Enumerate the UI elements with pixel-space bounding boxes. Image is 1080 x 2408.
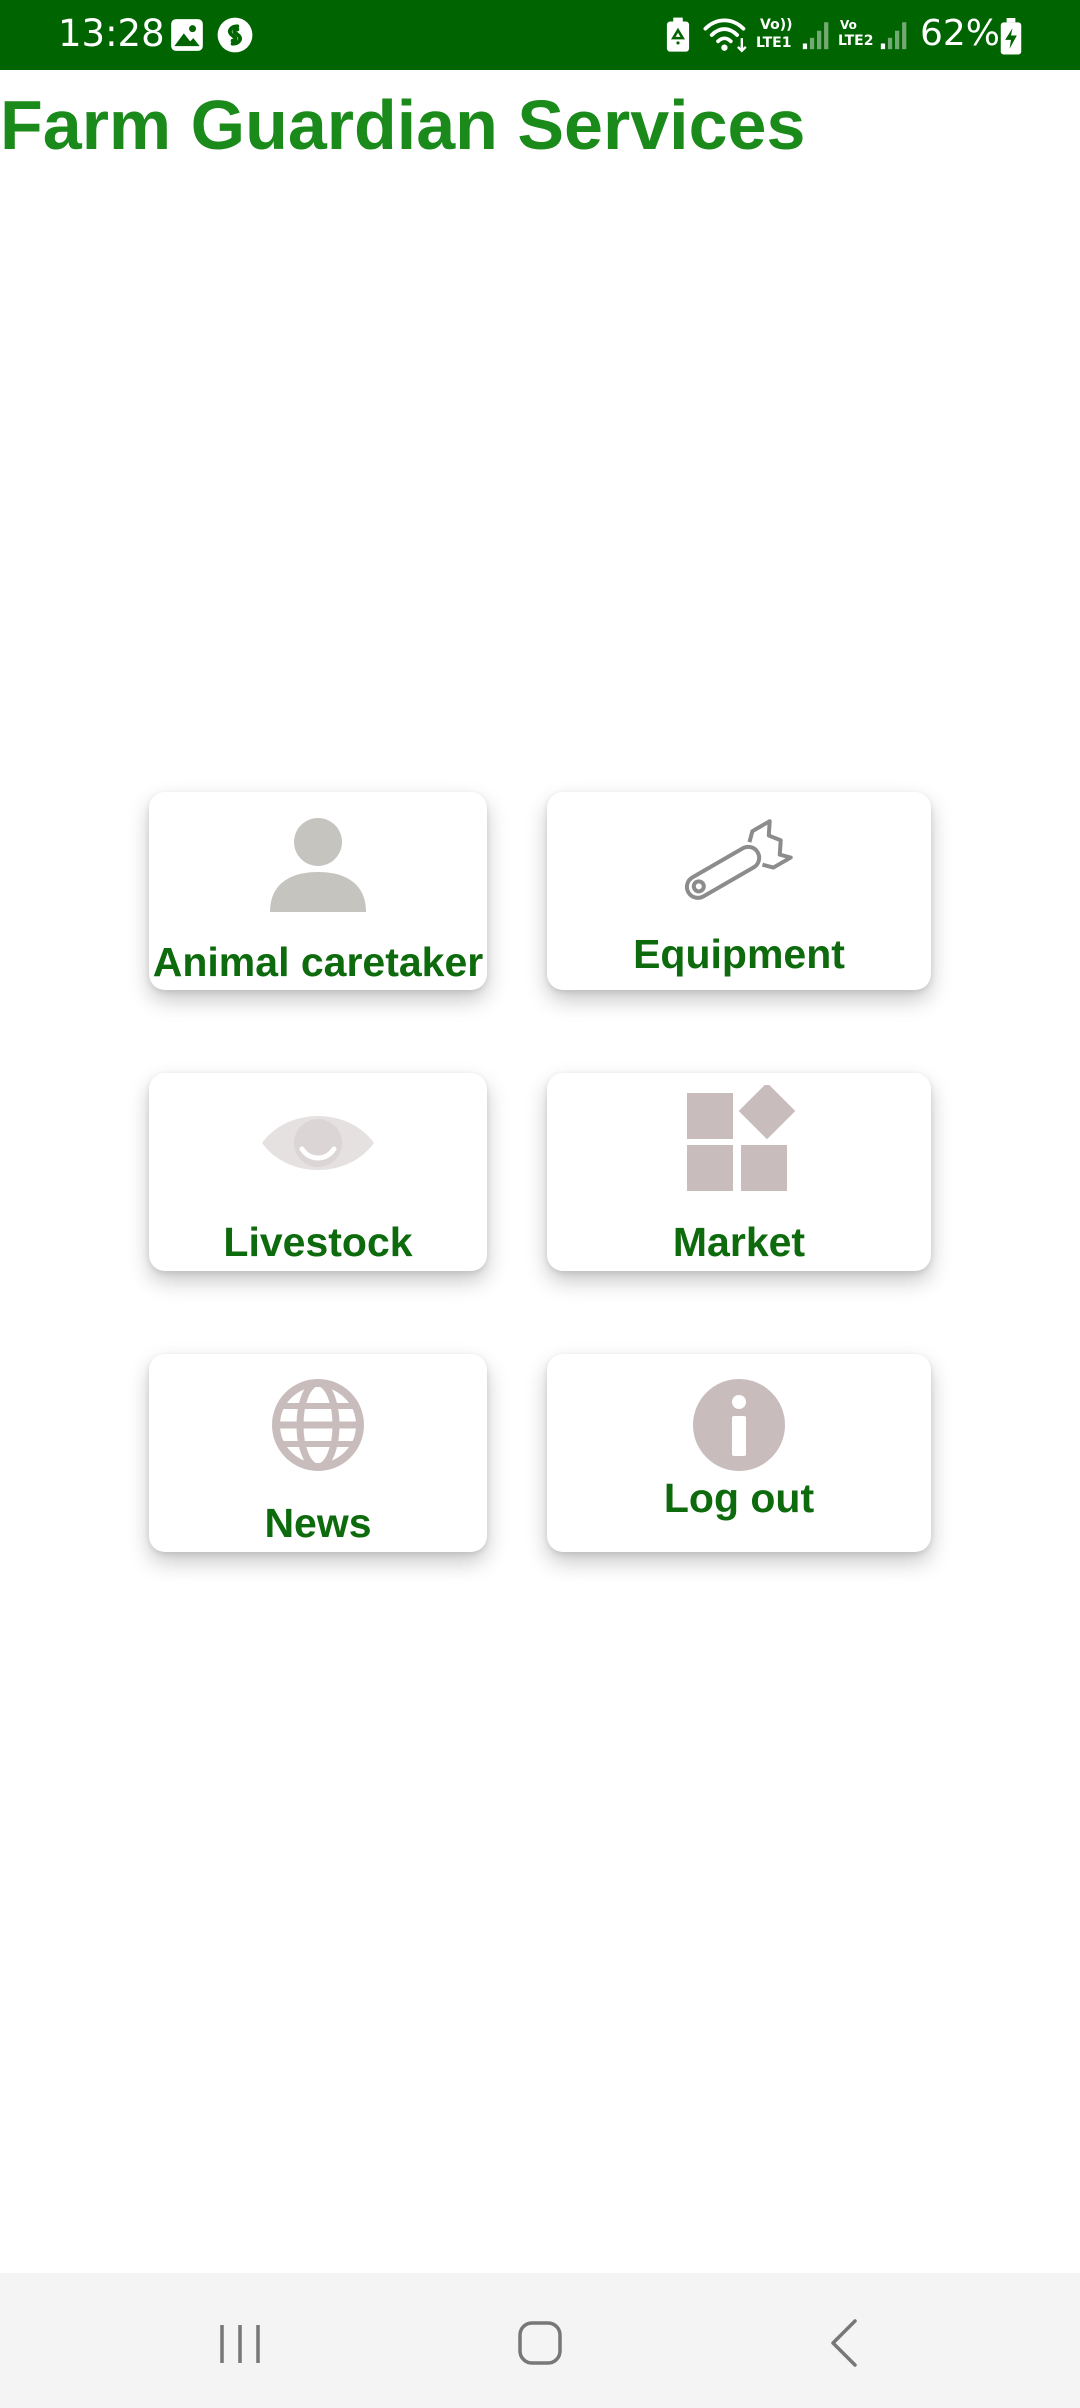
app-screen: 13:28 Vo)) LTE1 Vo LTE2 62% Farm Guardia…: [0, 0, 1080, 2408]
battery-percent: 62%: [920, 13, 1001, 54]
person-icon: [270, 818, 366, 912]
sim1-lte-label: LTE1: [756, 35, 792, 51]
recent-apps-icon: [220, 2325, 260, 2363]
widgets-icon: [687, 1085, 796, 1191]
news-label: News: [264, 1500, 372, 1546]
status-bar: 13:28 Vo)) LTE1 Vo LTE2 62%: [0, 0, 1080, 70]
signal-sim1-icon: [802, 22, 829, 50]
wrench-icon: [684, 819, 793, 900]
equipment-label: Equipment: [633, 931, 845, 977]
market-label: Market: [672, 1219, 806, 1265]
back-icon: [831, 2319, 857, 2367]
home-icon: [518, 2321, 562, 2365]
back-button[interactable]: [795, 2303, 895, 2383]
sim2-volte-label: Vo: [840, 18, 857, 32]
news-tile[interactable]: News: [149, 1354, 487, 1552]
info-icon: [693, 1379, 785, 1471]
battery-charging-icon: [1000, 18, 1022, 55]
eye-icon: [262, 1116, 374, 1170]
animal-caretaker-tile[interactable]: Animal caretaker: [149, 792, 487, 990]
gallery-icon: [171, 19, 203, 51]
animal-caretaker-label: Animal caretaker: [152, 939, 484, 985]
sim2-lte-label: LTE2: [838, 33, 874, 49]
status-time: 13:28: [58, 12, 165, 55]
market-tile[interactable]: Market: [547, 1073, 931, 1271]
livestock-tile[interactable]: Livestock: [149, 1073, 487, 1271]
navigation-bar: [0, 2273, 1080, 2408]
app-title: Farm Guardian Services: [0, 86, 806, 164]
globe-icon: [272, 1379, 364, 1471]
livestock-label: Livestock: [223, 1219, 413, 1265]
recent-apps-button[interactable]: [190, 2303, 290, 2383]
log-out-tile[interactable]: Log out: [547, 1354, 931, 1552]
home-button[interactable]: [490, 2303, 590, 2383]
battery-saver-icon: [666, 17, 690, 52]
sim1-volte-label: Vo)): [760, 17, 793, 33]
wifi-icon: [703, 18, 747, 53]
shazam-icon: [217, 17, 253, 53]
log-out-label: Log out: [663, 1475, 815, 1521]
equipment-tile[interactable]: Equipment: [547, 792, 931, 990]
signal-sim2-icon: [880, 22, 907, 50]
